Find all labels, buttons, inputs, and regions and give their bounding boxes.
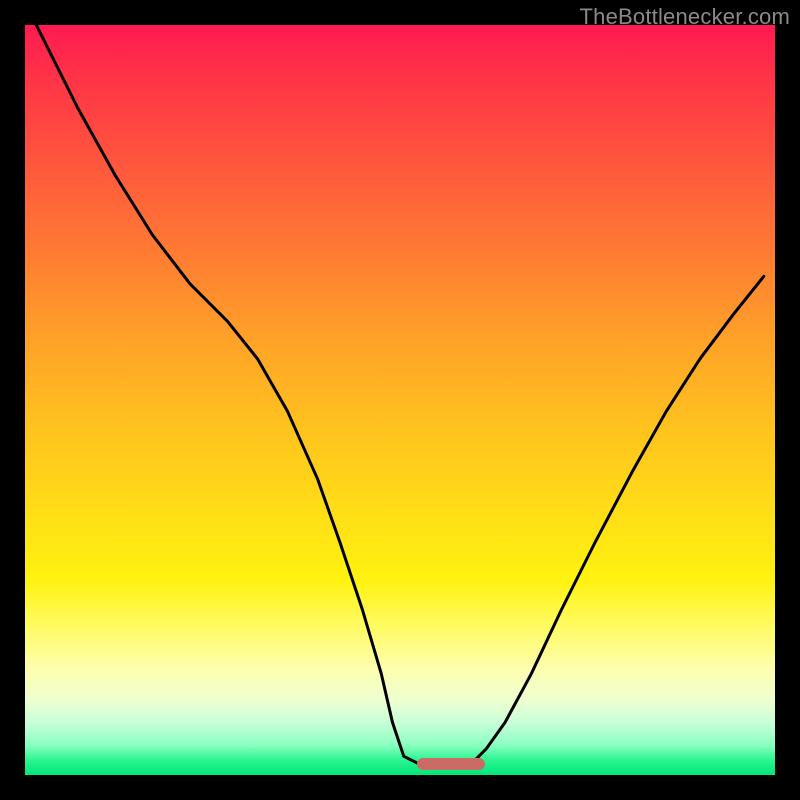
bottleneck-curve [25,25,775,775]
plot-area [25,25,775,775]
chart-frame: TheBottlenecker.com [0,0,800,800]
watermark-text: TheBottlenecker.com [580,4,790,30]
optimal-marker [417,758,485,770]
